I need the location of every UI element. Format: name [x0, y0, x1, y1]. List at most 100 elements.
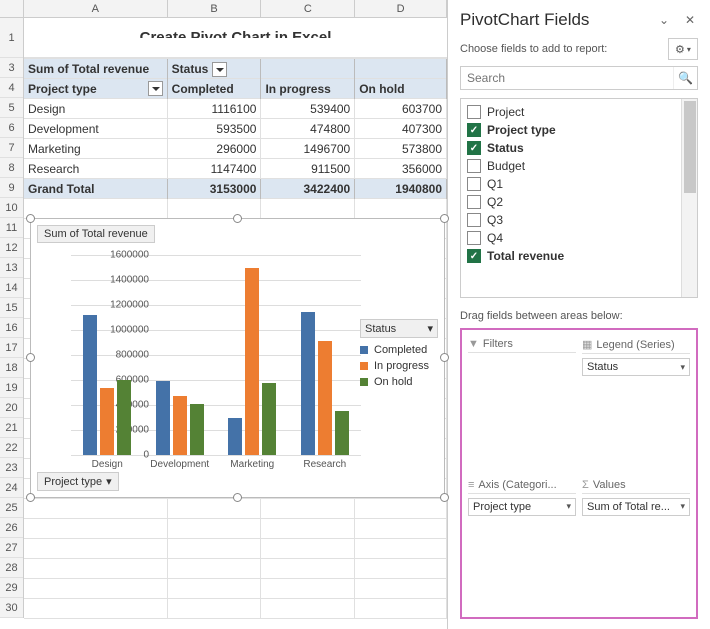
values-area[interactable]: ΣValues Sum of Total re...▾	[582, 477, 690, 612]
row-header[interactable]: 17	[0, 338, 23, 358]
row-header[interactable]: 20	[0, 398, 23, 418]
row-header[interactable]: 7	[0, 138, 23, 158]
field-list[interactable]: Project✓Project type✓StatusBudgetQ1Q2Q3Q…	[460, 98, 698, 298]
row-header[interactable]: 12	[0, 238, 23, 258]
checkbox[interactable]	[467, 159, 481, 173]
row-header[interactable]: 24	[0, 478, 23, 498]
chevron-down-icon[interactable]: ⌄	[656, 12, 672, 28]
resize-handle[interactable]	[440, 353, 449, 362]
checkbox[interactable]: ✓	[467, 123, 481, 137]
chart-legend[interactable]: Status▾ Completed In progress On hold	[360, 319, 438, 392]
legend-item[interactable]: Completed	[360, 344, 438, 356]
bar[interactable]	[190, 404, 204, 455]
close-icon[interactable]: ✕	[682, 12, 698, 28]
row-header[interactable]: 29	[0, 578, 23, 598]
resize-handle[interactable]	[26, 353, 35, 362]
col-header-b[interactable]: B	[168, 0, 262, 17]
axis-area[interactable]: ≡Axis (Categori... Project type▾	[468, 477, 576, 612]
empty-row[interactable]	[24, 499, 447, 519]
checkbox[interactable]	[467, 213, 481, 227]
col-header-c[interactable]: C	[261, 0, 355, 17]
row-header[interactable]: 15	[0, 298, 23, 318]
field-item[interactable]: ✓Project type	[461, 121, 697, 139]
field-item[interactable]: ✓Status	[461, 139, 697, 157]
row-header[interactable]: 27	[0, 538, 23, 558]
resize-handle[interactable]	[26, 214, 35, 223]
pivot-col-field[interactable]: Status	[168, 59, 262, 79]
dropdown-icon[interactable]	[148, 81, 163, 96]
table-row[interactable]: Research1147400911500356000	[24, 159, 447, 179]
search-input[interactable]	[461, 67, 673, 89]
field-item[interactable]: Budget	[461, 157, 697, 175]
dropdown-icon[interactable]	[212, 62, 227, 77]
bar[interactable]	[318, 341, 332, 455]
pivot-row-field[interactable]: Project type	[24, 79, 168, 99]
row-header[interactable]: 28	[0, 558, 23, 578]
checkbox[interactable]	[467, 105, 481, 119]
row-header[interactable]: 22	[0, 438, 23, 458]
resize-handle[interactable]	[26, 493, 35, 502]
scrollbar[interactable]	[681, 99, 697, 297]
row-header[interactable]: 21	[0, 418, 23, 438]
pivot-chart[interactable]: Sum of Total revenue 0200000400000600000…	[30, 218, 445, 498]
resize-handle[interactable]	[440, 493, 449, 502]
bar[interactable]	[117, 380, 131, 455]
checkbox[interactable]: ✓	[467, 141, 481, 155]
row-header[interactable]: 6	[0, 118, 23, 138]
legend-item[interactable]: On hold	[360, 376, 438, 388]
field-item[interactable]: Q2	[461, 193, 697, 211]
field-pill[interactable]: Sum of Total re...▾	[582, 498, 690, 516]
search-icon[interactable]: 🔍	[673, 67, 697, 89]
legend-item[interactable]: In progress	[360, 360, 438, 372]
row-header[interactable]: 16	[0, 318, 23, 338]
checkbox[interactable]	[467, 231, 481, 245]
bar[interactable]	[335, 411, 349, 456]
row-header[interactable]: 10	[0, 198, 23, 218]
bar[interactable]	[262, 383, 276, 455]
row-header[interactable]: 25	[0, 498, 23, 518]
dropdown-icon[interactable]: ▾	[566, 501, 571, 512]
field-search[interactable]: 🔍	[460, 66, 698, 90]
table-row[interactable]: Design1116100539400603700	[24, 99, 447, 119]
row-header[interactable]: 11	[0, 218, 23, 238]
row-header[interactable]: 3	[0, 58, 23, 78]
field-item[interactable]: Q1	[461, 175, 697, 193]
row-header[interactable]: 4	[0, 78, 23, 98]
col-header-a[interactable]: A	[24, 0, 168, 17]
resize-handle[interactable]	[440, 214, 449, 223]
bar[interactable]	[245, 268, 259, 455]
empty-row[interactable]	[24, 599, 447, 619]
row-header[interactable]: 19	[0, 378, 23, 398]
table-row[interactable]: Development593500474800407300	[24, 119, 447, 139]
bar[interactable]	[100, 388, 114, 455]
legend-field-button[interactable]: Status▾	[360, 319, 438, 338]
field-item[interactable]: Q3	[461, 211, 697, 229]
empty-row[interactable]	[24, 579, 447, 599]
field-item[interactable]: Project	[461, 103, 697, 121]
bar[interactable]	[83, 315, 97, 455]
empty-row[interactable]	[24, 559, 447, 579]
row-header[interactable]: 5	[0, 98, 23, 118]
bar[interactable]	[156, 381, 170, 455]
checkbox[interactable]: ✓	[467, 249, 481, 263]
axis-field-button[interactable]: Project type▾	[37, 472, 119, 491]
dropdown-icon[interactable]: ▾	[680, 362, 685, 373]
row-header[interactable]: 23	[0, 458, 23, 478]
layout-options-button[interactable]: ⚙▾	[668, 38, 698, 60]
dropdown-icon[interactable]: ▾	[680, 501, 685, 512]
row-header[interactable]: 14	[0, 278, 23, 298]
select-all-cell[interactable]	[0, 0, 24, 17]
empty-row[interactable]	[24, 519, 447, 539]
resize-handle[interactable]	[233, 214, 242, 223]
field-pill[interactable]: Status▾	[582, 358, 690, 376]
scroll-thumb[interactable]	[684, 101, 696, 193]
row-header[interactable]: 18	[0, 358, 23, 378]
bar[interactable]	[301, 312, 315, 455]
checkbox[interactable]	[467, 195, 481, 209]
row-header[interactable]: 8	[0, 158, 23, 178]
checkbox[interactable]	[467, 177, 481, 191]
chart-title-button[interactable]: Sum of Total revenue	[37, 225, 155, 243]
table-row[interactable]: Marketing2960001496700573800	[24, 139, 447, 159]
col-header-d[interactable]: D	[355, 0, 447, 17]
row-header[interactable]: 13	[0, 258, 23, 278]
